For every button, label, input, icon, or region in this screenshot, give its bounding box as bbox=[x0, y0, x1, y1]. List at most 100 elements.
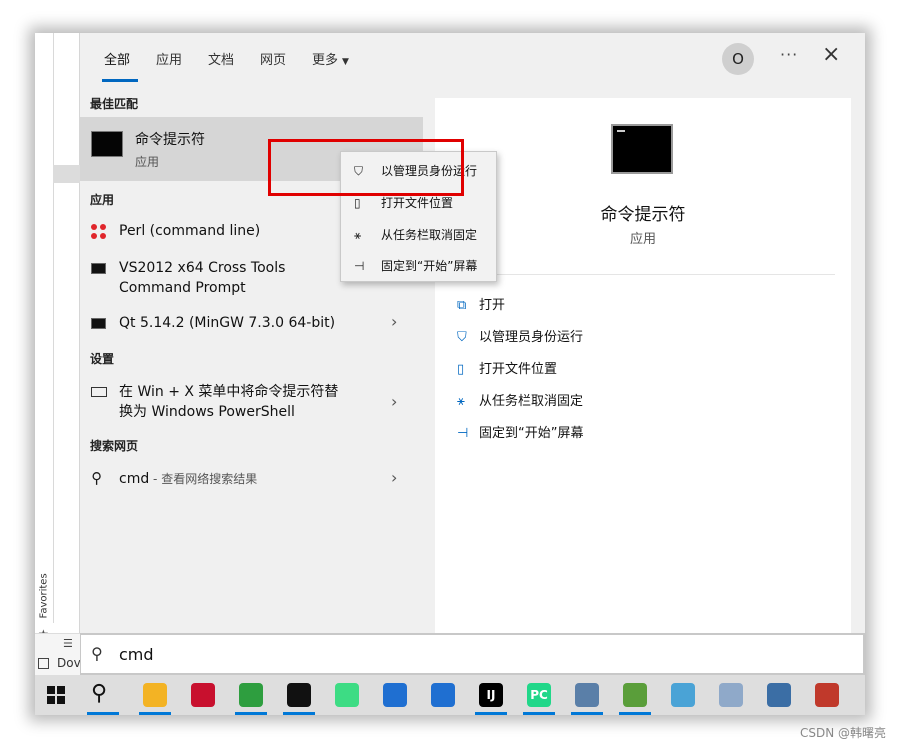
web-search-item[interactable]: ⚲ cmd - 查看网络搜索结果 › bbox=[80, 468, 423, 497]
start-search-window: Favorites ★ ☰ Dov 全部 应用 文档 网页 更多▼ O ··· … bbox=[35, 33, 865, 715]
file-explorer-icon[interactable] bbox=[143, 683, 167, 707]
action-label: 以管理员身份运行 bbox=[479, 330, 584, 345]
section-settings: 设置 bbox=[90, 352, 115, 366]
context-item-label: 固定到“开始”屏幕 bbox=[381, 259, 478, 273]
section-apps: 应用 bbox=[90, 193, 115, 207]
pin-icon: ⊣ bbox=[354, 259, 365, 273]
avatar[interactable]: O bbox=[722, 43, 754, 75]
running-indicator bbox=[139, 712, 171, 715]
chevron-right-icon[interactable]: › bbox=[391, 312, 397, 331]
action-open-file-location[interactable]: ▯ 打开文件位置 bbox=[457, 358, 557, 377]
section-web: 搜索网页 bbox=[90, 439, 139, 453]
notepad-chart-icon[interactable] bbox=[623, 683, 647, 707]
settings-item-label: 在 Win + X 菜单中将命令提示符替 bbox=[119, 384, 339, 400]
search-icon[interactable]: ⚲ bbox=[91, 681, 107, 706]
favorites-bar[interactable]: Favorites ★ bbox=[36, 553, 52, 643]
action-unpin-taskbar[interactable]: ⚹ 从任务栏取消固定 bbox=[457, 390, 583, 409]
tab-more[interactable]: 更多 ▼ bbox=[312, 49, 349, 68]
pycharm-icon[interactable]: PC bbox=[527, 683, 551, 707]
open-icon: ⧉ bbox=[457, 298, 467, 313]
shield-icon: ⛉ bbox=[457, 330, 467, 345]
context-item-label: 从任务栏取消固定 bbox=[381, 228, 478, 242]
highlight-box bbox=[268, 139, 464, 196]
app-item-label: Perl (command line) bbox=[119, 223, 261, 239]
monitor-icon bbox=[91, 387, 107, 397]
image-viewer-icon[interactable] bbox=[719, 683, 743, 707]
command-prompt-icon-large bbox=[611, 124, 673, 174]
best-match-title: 命令提示符 bbox=[135, 132, 205, 148]
app-blue-2-icon[interactable] bbox=[431, 683, 455, 707]
pin-icon: ⊣ bbox=[457, 426, 469, 441]
tool-gear-icon[interactable] bbox=[575, 683, 599, 707]
action-run-as-admin[interactable]: ⛉ 以管理员身份运行 bbox=[457, 326, 583, 345]
app-blue-1-icon[interactable] bbox=[383, 683, 407, 707]
context-item-unpin-taskbar[interactable]: ⚹ 从任务栏取消固定 bbox=[341, 220, 498, 250]
app-item-label: Qt 5.14.2 (MinGW 7.3.0 64-bit) bbox=[119, 315, 336, 331]
file-location-icon: ▯ bbox=[457, 362, 465, 377]
action-label: 打开 bbox=[479, 298, 506, 313]
action-label: 打开文件位置 bbox=[479, 362, 558, 377]
chevron-down-icon: ▼ bbox=[342, 57, 349, 67]
unpin-icon: ⚹ bbox=[457, 394, 465, 409]
wireless-icon[interactable] bbox=[815, 683, 839, 707]
search-icon: ⚲ bbox=[91, 644, 103, 663]
web-search-label: cmd - 查看网络搜索结果 bbox=[119, 469, 257, 489]
settings-item-powershell[interactable]: 在 Win + X 菜单中将命令提示符替 换为 Windows PowerShe… bbox=[80, 382, 423, 426]
watermark: CSDN @韩曙亮 bbox=[799, 726, 886, 740]
taskbar: ⚲ IJ PC bbox=[35, 675, 865, 715]
web-query: cmd bbox=[119, 471, 150, 487]
action-label: 固定到“开始”屏幕 bbox=[479, 426, 584, 441]
app-item-qt[interactable]: Qt 5.14.2 (MinGW 7.3.0 64-bit) › bbox=[80, 312, 423, 341]
paint-icon[interactable] bbox=[239, 683, 263, 707]
running-indicator bbox=[235, 712, 267, 715]
section-best-match: 最佳匹配 bbox=[90, 97, 139, 111]
active-app-indicator bbox=[87, 712, 119, 715]
search-icon: ⚲ bbox=[91, 469, 102, 487]
action-open[interactable]: ⧉ 打开 bbox=[457, 294, 505, 313]
more-options-button[interactable]: ··· bbox=[780, 45, 798, 64]
perl-icon bbox=[91, 224, 107, 240]
tab-more-label: 更多 bbox=[312, 53, 339, 68]
checkbox-icon[interactable] bbox=[38, 658, 49, 669]
background-text: Dov bbox=[57, 656, 81, 670]
command-prompt-icon[interactable] bbox=[287, 683, 311, 707]
action-label: 从任务栏取消固定 bbox=[479, 394, 584, 409]
android-studio-icon[interactable] bbox=[335, 683, 359, 707]
running-indicator bbox=[619, 712, 651, 715]
tab-web[interactable]: 网页 bbox=[260, 49, 286, 68]
web-search-suffix: - 查看网络搜索结果 bbox=[149, 472, 258, 486]
command-prompt-icon bbox=[91, 263, 106, 274]
windows-start-icon[interactable] bbox=[47, 686, 65, 704]
app-item-label-line2: Command Prompt bbox=[119, 280, 246, 296]
chevron-right-icon[interactable]: › bbox=[391, 468, 397, 487]
calculator-icon[interactable] bbox=[767, 683, 791, 707]
running-indicator bbox=[283, 712, 315, 715]
search-tabs: 全部 应用 文档 网页 更多 ▼ O ··· × bbox=[80, 33, 865, 85]
command-prompt-icon bbox=[91, 318, 106, 329]
search-input-value: cmd bbox=[119, 645, 154, 664]
search-panel: 全部 应用 文档 网页 更多 ▼ O ··· × 最佳匹配 命令提示符 应用 应用… bbox=[80, 33, 865, 633]
running-indicator bbox=[523, 712, 555, 715]
context-item-pin-start[interactable]: ⊣ 固定到“开始”屏幕 bbox=[341, 251, 498, 281]
intellij-icon[interactable]: IJ bbox=[479, 683, 503, 707]
media-player-icon[interactable] bbox=[191, 683, 215, 707]
action-pin-start[interactable]: ⊣ 固定到“开始”屏幕 bbox=[457, 422, 583, 441]
best-match-subtitle: 应用 bbox=[135, 155, 160, 169]
running-indicator bbox=[475, 712, 507, 715]
pen-tool-icon[interactable] bbox=[671, 683, 695, 707]
list-icon[interactable]: ☰ bbox=[63, 637, 73, 650]
tab-documents[interactable]: 文档 bbox=[208, 49, 234, 68]
unpin-icon: ⚹ bbox=[354, 228, 362, 242]
settings-item-label-line2: 换为 Windows PowerShell bbox=[119, 404, 295, 420]
running-indicator bbox=[571, 712, 603, 715]
search-input[interactable]: ⚲ cmd bbox=[80, 633, 865, 675]
tab-apps[interactable]: 应用 bbox=[156, 49, 182, 68]
tab-all[interactable]: 全部 bbox=[104, 49, 130, 68]
background-window: Favorites ★ bbox=[35, 33, 80, 673]
app-item-label: VS2012 x64 Cross Tools bbox=[119, 260, 286, 276]
background-window-footer: ☰ Dov bbox=[35, 633, 81, 675]
chevron-right-icon[interactable]: › bbox=[391, 392, 397, 411]
close-button[interactable]: × bbox=[822, 44, 840, 66]
favorites-label: Favorites bbox=[38, 573, 50, 619]
command-prompt-icon bbox=[91, 131, 123, 157]
